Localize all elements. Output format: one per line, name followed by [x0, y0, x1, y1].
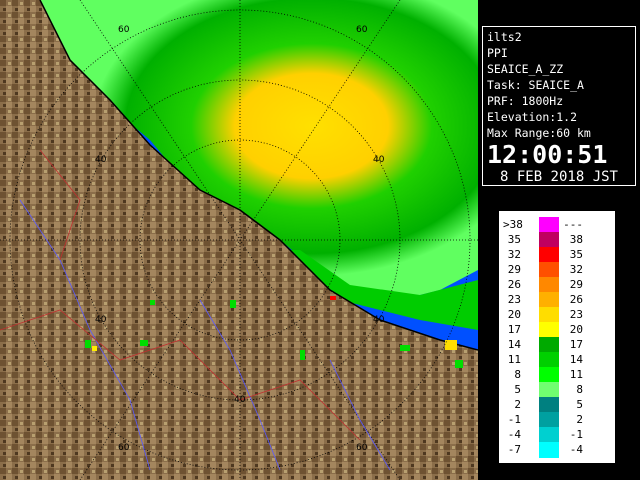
- legend-high-value: -1: [569, 428, 583, 441]
- legend-swatch: [539, 307, 559, 323]
- legend-high-value: 26: [569, 293, 583, 306]
- legend-high-value: 32: [569, 263, 583, 276]
- legend-row: 25: [499, 397, 615, 413]
- scan-type: PPI: [487, 46, 508, 60]
- info-panel: ilts2 PPI SEAICE_A_ZZ Task: SEAICE_A PRF…: [478, 0, 640, 480]
- legend-low-value: 35: [507, 233, 521, 246]
- legend-swatch: [539, 277, 559, 293]
- legend-low-value: 8: [514, 368, 521, 381]
- legend-swatch: [539, 247, 559, 263]
- legend-low-value: 11: [507, 353, 521, 366]
- legend-row: 17 20: [499, 322, 615, 338]
- max-range-value: Max Range:60 km: [487, 126, 591, 140]
- range-label: 40: [234, 395, 246, 405]
- legend-swatch: [539, 292, 559, 308]
- legend-low-value: -7: [507, 443, 521, 456]
- legend-swatch: [539, 382, 559, 398]
- station-name: ilts2: [487, 30, 522, 44]
- range-label: 40: [373, 155, 385, 165]
- legend-high-value: 23: [569, 308, 583, 321]
- legend-high-value: 38: [569, 233, 583, 246]
- range-label: 40: [95, 155, 107, 165]
- task-name: Task: SEAICE_A: [487, 78, 584, 92]
- product-name: SEAICE_A_ZZ: [487, 62, 564, 76]
- legend-row: -4 -1: [499, 427, 615, 443]
- legend-low-value: -4: [507, 428, 521, 441]
- legend-row: 23 26: [499, 292, 615, 308]
- range-label: 60: [356, 25, 368, 35]
- legend-high-value: 2: [576, 413, 583, 426]
- legend-row: >38 ---: [499, 217, 615, 233]
- legend-low-value: 32: [507, 248, 521, 261]
- legend-swatch: [539, 442, 559, 458]
- legend-row: 14 17: [499, 337, 615, 353]
- legend-swatch: [539, 427, 559, 443]
- legend-high-value: ---: [563, 218, 583, 231]
- legend-row: 58: [499, 382, 615, 398]
- legend-high-value: -4: [569, 443, 583, 456]
- scan-date: 8 FEB 2018 JST: [499, 169, 618, 185]
- range-label: 40: [373, 315, 385, 325]
- prf-value: PRF: 1800Hz: [487, 94, 564, 108]
- legend-row: 20 23: [499, 307, 615, 323]
- radar-info-box: ilts2 PPI SEAICE_A_ZZ Task: SEAICE_A PRF…: [482, 26, 636, 186]
- legend-high-value: 29: [569, 278, 583, 291]
- legend-high-value: 14: [569, 353, 583, 366]
- legend-high-value: 5: [576, 398, 583, 411]
- legend-row: 29 32: [499, 262, 615, 278]
- legend-swatch: [539, 397, 559, 413]
- legend-high-value: 8: [576, 383, 583, 396]
- legend-low-value: 14: [507, 338, 521, 351]
- elevation-value: Elevation:1.2: [487, 110, 578, 124]
- legend-swatch: [539, 337, 559, 353]
- legend-swatch: [539, 352, 559, 368]
- range-label: 40: [95, 315, 107, 325]
- legend-swatch: [539, 322, 559, 338]
- legend-high-value: 17: [569, 338, 583, 351]
- legend-title: Reflectivity in dBZ: [631, 287, 640, 388]
- legend-low-value: 26: [507, 278, 521, 291]
- legend-low-value: 5: [514, 383, 521, 396]
- legend-low-value: 23: [507, 293, 521, 306]
- legend-row: 8 11: [499, 367, 615, 383]
- legend-low-value: 20: [507, 308, 521, 321]
- legend-low-value: >38: [503, 218, 523, 231]
- legend-row: 26 29: [499, 277, 615, 293]
- legend-high-value: 11: [569, 368, 583, 381]
- legend-row: 11 14: [499, 352, 615, 368]
- legend-swatch: [539, 217, 559, 233]
- legend-swatch: [539, 367, 559, 383]
- radar-ppi-display: 60 60 40 40 40 40 40 60 60: [0, 0, 478, 480]
- legend-row: -7 -4: [499, 442, 615, 458]
- range-label: 60: [356, 443, 368, 453]
- legend-row: -1 2: [499, 412, 615, 428]
- legend-row: 32 35: [499, 247, 615, 263]
- legend-low-value: 17: [507, 323, 521, 336]
- legend-row: 35 38: [499, 232, 615, 248]
- legend-low-value: 29: [507, 263, 521, 276]
- legend-swatch: [539, 262, 559, 278]
- legend-low-value: 2: [514, 398, 521, 411]
- legend-low-value: -1: [507, 413, 521, 426]
- legend-high-value: 35: [569, 248, 583, 261]
- range-label: 60: [118, 443, 130, 453]
- range-label: 60: [118, 25, 130, 35]
- legend-swatch: [539, 232, 559, 248]
- legend-high-value: 20: [569, 323, 583, 336]
- legend-swatch: [539, 412, 559, 428]
- scan-time: 12:00:51: [487, 140, 608, 169]
- reflectivity-legend: >38 --- 35 38 32 35 29 32 26 29 23 26 20 23 17 20 14 17 11…: [498, 210, 640, 464]
